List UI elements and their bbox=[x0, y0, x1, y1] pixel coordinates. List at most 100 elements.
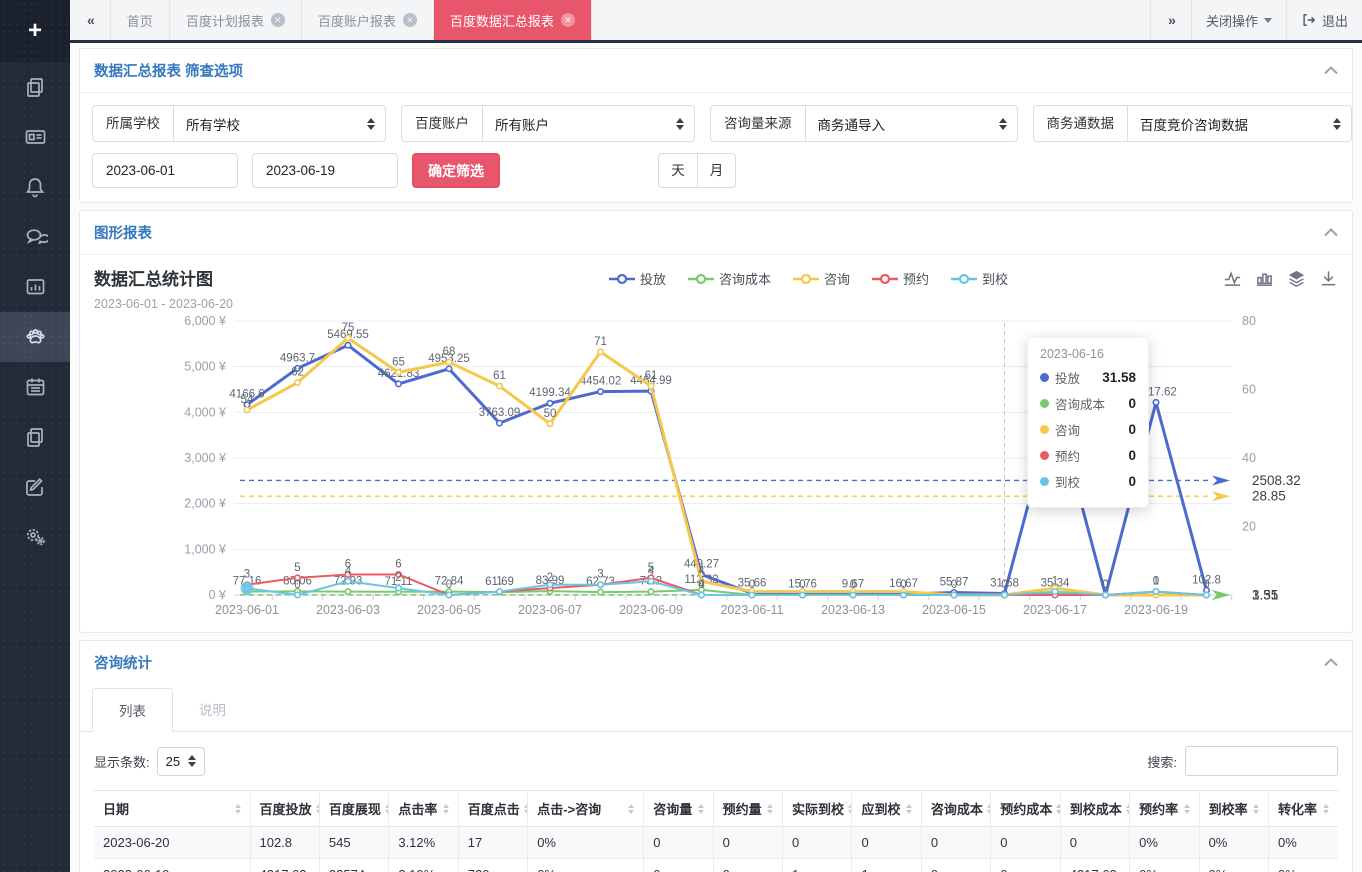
school-select[interactable]: 所有学校 bbox=[173, 105, 386, 142]
svg-text:4454.02: 4454.02 bbox=[580, 376, 622, 388]
legend-item-3[interactable]: 预约 bbox=[872, 269, 929, 288]
svg-text:6,000 ¥: 6,000 ¥ bbox=[184, 314, 226, 328]
sort-icon bbox=[1184, 804, 1190, 814]
legend-item-4[interactable]: 到校 bbox=[951, 269, 1008, 288]
table-cell: 545 bbox=[319, 827, 388, 859]
sidebar-item-paw[interactable] bbox=[0, 312, 70, 362]
close-icon[interactable]: ✕ bbox=[403, 13, 417, 27]
column-header-2[interactable]: 百度展现 bbox=[319, 791, 388, 827]
calendar-icon bbox=[23, 375, 48, 399]
search-input[interactable] bbox=[1185, 746, 1338, 776]
scroll-tabs-left-button[interactable]: « bbox=[70, 0, 111, 40]
tab-baidu-plan-report[interactable]: 百度计划报表 ✕ bbox=[170, 0, 302, 40]
period-month-button[interactable]: 月 bbox=[697, 153, 736, 188]
date-to-input[interactable]: 2023-06-19 bbox=[252, 153, 398, 188]
svg-text:0: 0 bbox=[850, 579, 856, 591]
legend-item-0[interactable]: 投放 bbox=[609, 269, 666, 288]
column-header-14[interactable]: 到校率 bbox=[1199, 791, 1268, 827]
column-header-5[interactable]: 点击->咨询 bbox=[528, 791, 644, 827]
stats-panel-header: 咨询统计 bbox=[80, 641, 1352, 684]
close-operations-dropdown[interactable]: 关闭操作 bbox=[1191, 0, 1286, 40]
page-size-select[interactable]: 25 bbox=[157, 747, 205, 776]
confirm-filter-button[interactable]: 确定筛选 bbox=[412, 153, 500, 188]
table-cell: 102.8 bbox=[250, 827, 319, 859]
legend-item-2[interactable]: 咨询 bbox=[793, 269, 850, 288]
svg-text:2023-06-03: 2023-06-03 bbox=[316, 603, 380, 617]
sidebar-item-reports[interactable] bbox=[0, 262, 70, 312]
sidebar-item-documents[interactable] bbox=[0, 62, 70, 112]
column-label: 点击率 bbox=[398, 799, 437, 818]
column-header-12[interactable]: 到校成本 bbox=[1060, 791, 1129, 827]
sidebar-item-messages[interactable] bbox=[0, 212, 70, 262]
sidebar-item-card-list[interactable] bbox=[0, 112, 70, 162]
tooltip-series-name: 投放 bbox=[1055, 368, 1080, 387]
filter-row-1: 所属学校 所有学校 百度账户 所有账户 bbox=[92, 105, 1340, 142]
tab-baidu-summary-report[interactable]: 百度数据汇总报表 ✕ bbox=[434, 0, 592, 40]
column-header-11[interactable]: 预约成本 bbox=[991, 791, 1060, 827]
table-cell: 3.19% bbox=[389, 859, 458, 872]
collapse-chevron-icon[interactable] bbox=[1324, 62, 1338, 80]
column-header-8[interactable]: 实际到校 bbox=[783, 791, 852, 827]
svg-text:2: 2 bbox=[395, 572, 401, 584]
sidebar-add-button[interactable]: + bbox=[0, 0, 70, 62]
summary-line-chart[interactable]: 0 ¥1,000 ¥2,000 ¥3,000 ¥4,000 ¥5,000 ¥6,… bbox=[94, 311, 1362, 625]
column-header-4[interactable]: 百度点击 bbox=[458, 791, 527, 827]
collapse-chevron-icon[interactable] bbox=[1324, 224, 1338, 242]
svg-text:65: 65 bbox=[392, 356, 405, 368]
close-icon[interactable]: ✕ bbox=[561, 13, 575, 27]
table-cell: 0 bbox=[921, 859, 990, 872]
page-content: 数据汇总报表 筛查选项 所属学校 所有学校 bbox=[70, 43, 1362, 872]
tab-list[interactable]: 列表 bbox=[92, 688, 173, 732]
column-label: 百度投放 bbox=[260, 799, 312, 818]
scroll-tabs-right-button[interactable]: » bbox=[1150, 0, 1191, 40]
series-dot-icon bbox=[1040, 425, 1049, 434]
svg-text:5,000 ¥: 5,000 ¥ bbox=[184, 360, 226, 374]
table-cell: 4217.62 bbox=[1060, 859, 1129, 872]
collapse-chevron-icon[interactable] bbox=[1324, 654, 1338, 672]
sort-icon bbox=[1323, 804, 1329, 814]
svg-text:28.85: 28.85 bbox=[1252, 489, 1286, 504]
sidebar-item-edit[interactable] bbox=[0, 462, 70, 512]
line-chart-icon[interactable] bbox=[1223, 269, 1242, 288]
table-controls: 显示条数: 25 搜索: bbox=[80, 732, 1352, 778]
chart-body: 0 ¥1,000 ¥2,000 ¥3,000 ¥4,000 ¥5,000 ¥6,… bbox=[94, 311, 1338, 630]
tab-baidu-account-report[interactable]: 百度账户报表 ✕ bbox=[302, 0, 434, 40]
column-header-9[interactable]: 应到校 bbox=[852, 791, 921, 827]
logout-button[interactable]: 退出 bbox=[1286, 0, 1362, 40]
tooltip-row: 咨询 0 bbox=[1040, 420, 1136, 439]
table-cell: 0 bbox=[644, 859, 713, 872]
legend-item-1[interactable]: 咨询成本 bbox=[688, 269, 771, 288]
close-operations-label: 关闭操作 bbox=[1206, 11, 1258, 30]
date-from-input[interactable]: 2023-06-01 bbox=[92, 153, 238, 188]
column-header-0[interactable]: 日期 bbox=[94, 791, 250, 827]
baidu-account-select[interactable]: 所有账户 bbox=[482, 105, 695, 142]
bar-chart-icon[interactable] bbox=[1255, 269, 1274, 288]
column-header-7[interactable]: 预约量 bbox=[713, 791, 782, 827]
inquiry-source-select[interactable]: 商务通导入 bbox=[805, 105, 1018, 142]
stats-table-wrap: 日期百度投放百度展现点击率 百度点击点击->咨询咨询量预约量实际到校应到校咨询成本… bbox=[80, 778, 1352, 872]
column-header-13[interactable]: 预约率 bbox=[1130, 791, 1199, 827]
svg-text:0: 0 bbox=[698, 579, 704, 591]
sidebar-item-documents-2[interactable] bbox=[0, 412, 70, 462]
tooltip-series-value: 0 bbox=[1128, 396, 1136, 411]
column-header-1[interactable]: 百度投放 bbox=[250, 791, 319, 827]
column-header-15[interactable]: 转化率 bbox=[1268, 791, 1338, 827]
table-header-row: 日期百度投放百度展现点击率 百度点击点击->咨询咨询量预约量实际到校应到校咨询成本… bbox=[94, 791, 1338, 827]
column-header-10[interactable]: 咨询成本 bbox=[921, 791, 990, 827]
column-header-3[interactable]: 点击率 bbox=[389, 791, 458, 827]
sidebar-item-calendar[interactable] bbox=[0, 362, 70, 412]
period-day-button[interactable]: 天 bbox=[658, 153, 697, 188]
tab-description[interactable]: 说明 bbox=[173, 688, 252, 732]
sidebar-item-settings[interactable] bbox=[0, 512, 70, 562]
svg-text:68: 68 bbox=[443, 346, 456, 358]
svg-text:6: 6 bbox=[395, 558, 401, 570]
chart-toolbox bbox=[1223, 265, 1338, 288]
column-header-6[interactable]: 咨询量 bbox=[644, 791, 713, 827]
sidebar-item-notifications[interactable] bbox=[0, 162, 70, 212]
download-icon[interactable] bbox=[1319, 269, 1338, 288]
tab-home[interactable]: 首页 bbox=[111, 0, 170, 40]
stack-icon[interactable] bbox=[1287, 269, 1306, 288]
close-icon[interactable]: ✕ bbox=[271, 13, 285, 27]
svg-text:4,000 ¥: 4,000 ¥ bbox=[184, 405, 226, 419]
swt-data-select[interactable]: 百度竞价咨询数据 bbox=[1127, 105, 1352, 142]
